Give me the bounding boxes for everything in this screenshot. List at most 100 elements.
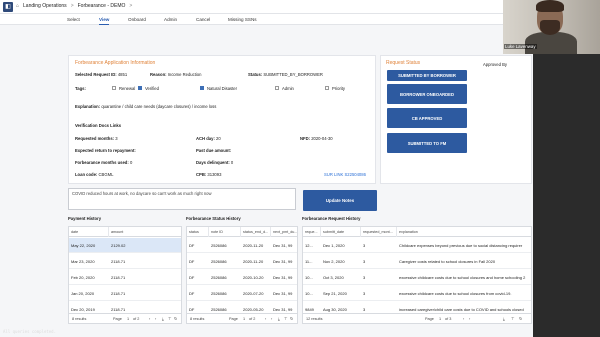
- filter-icon[interactable]: ⊤: [511, 314, 514, 323]
- breadcrumb: ⌂ Landing Operations > Forbearance - DEM…: [16, 3, 132, 9]
- table-row[interactable]: DF 2526086 2020-11-20 Dec 31, 99: [187, 238, 297, 253]
- tag-renewal-checkbox[interactable]: [112, 86, 116, 90]
- column-header-submit-date[interactable]: submitt_date: [321, 227, 361, 237]
- notes-textarea[interactable]: COVID reduced hours at work, no daycare …: [68, 188, 296, 210]
- cell-submit-date: Oct 3, 2020: [323, 275, 344, 280]
- expected-return-label: Expected return to repayment:: [75, 148, 136, 153]
- sur-link[interactable]: SUR LINK S22504086: [324, 172, 366, 177]
- borrower-onboarded-button[interactable]: BORROWER ONBOARDED: [387, 84, 467, 104]
- column-header-status[interactable]: status: [187, 227, 209, 237]
- table-row[interactable]: Feb 20, 2020 2118.71: [69, 270, 181, 285]
- table-row[interactable]: Jan 20, 2020 2118.71: [69, 286, 181, 301]
- selected-request-value: 4851: [117, 72, 128, 77]
- cell-submit-date: Sep 21, 2020: [323, 291, 347, 296]
- cb-approved-button[interactable]: CB APPROVED: [387, 108, 467, 128]
- reason-value: Income Reduction: [167, 72, 202, 77]
- cell-explanation: Caregiver costs related to school closur…: [399, 259, 496, 264]
- tag-admin-checkbox[interactable]: [275, 86, 279, 90]
- cell-requested-months: 3: [363, 291, 366, 296]
- tab-missing-ssns[interactable]: Missing SSNs: [228, 14, 257, 25]
- refresh-icon[interactable]: ↻: [174, 314, 177, 323]
- sur-link-label: SUR LINK: [324, 172, 344, 177]
- cell-requested-months: 3: [363, 275, 366, 280]
- tab-select[interactable]: Select: [67, 14, 80, 25]
- table-row[interactable]: 10... Sep 21, 2020 3 excessive childcare…: [303, 286, 531, 301]
- prev-page-icon[interactable]: ‹: [265, 314, 266, 323]
- cell-status-end-date: 2020-07-20: [243, 291, 264, 296]
- download-icon[interactable]: ⤓: [503, 314, 505, 323]
- tag-natural-disaster-label: Natural Disaster: [207, 86, 238, 91]
- table-row[interactable]: 12... Dec 1, 2020 3 Childcare expenses b…: [303, 238, 531, 253]
- results-count: 8 results: [72, 317, 87, 321]
- explanation-value: quarantine / child care needs (daycare c…: [101, 104, 217, 109]
- cell-explanation: excessive childcare costs due to school …: [399, 275, 526, 280]
- grid-header: date amount: [69, 227, 181, 237]
- request-status-title: Request Status: [386, 60, 421, 66]
- past-due-label: Past due amount:: [196, 148, 232, 153]
- download-icon[interactable]: ⤓: [278, 314, 280, 323]
- status-label: Status:: [248, 72, 263, 77]
- app-logo-icon[interactable]: ◧: [3, 2, 13, 12]
- column-header-note-id[interactable]: note ID: [209, 227, 241, 237]
- prev-page-icon[interactable]: ‹: [149, 314, 150, 323]
- update-notes-button[interactable]: Update Notes: [303, 190, 377, 211]
- page-number-input[interactable]: 1: [439, 314, 441, 323]
- tab-admin[interactable]: Admin: [164, 14, 177, 25]
- tag-admin-label: Admin: [282, 86, 294, 91]
- table-row[interactable]: Mar 23, 2020 2118.71: [69, 254, 181, 269]
- cell-requested-months: 3: [363, 243, 366, 248]
- prev-page-icon[interactable]: ‹: [463, 314, 464, 323]
- column-header-amount[interactable]: amount: [109, 227, 181, 237]
- tab-view[interactable]: View: [99, 14, 110, 25]
- nfd-value: 2020-04-30: [311, 136, 333, 141]
- request-history-grid: reque... submitt_date requested_mont... …: [302, 226, 532, 324]
- table-row[interactable]: 10... Oct 3, 2020 3 excessive childcare …: [303, 270, 531, 285]
- approved-by-label: Approved By: [483, 62, 507, 67]
- loan-code-value: CBGML: [98, 172, 114, 177]
- page-number-input[interactable]: 1: [127, 314, 129, 323]
- column-header-requested-months[interactable]: requested_mont...: [361, 227, 397, 237]
- requested-months-label: Requested months:: [75, 136, 115, 141]
- tag-natural-disaster-checkbox[interactable]: [200, 86, 204, 90]
- tab-cancel[interactable]: Cancel: [196, 14, 210, 25]
- results-count: 8 results: [190, 317, 205, 321]
- cell-amount: 2118.71: [111, 291, 126, 296]
- table-row[interactable]: DF 2526086 2020-07-20 Dec 31, 99: [187, 286, 297, 301]
- cell-note-id: 2526086: [211, 275, 227, 280]
- download-icon[interactable]: ⤓: [162, 314, 164, 323]
- tag-verified-checkbox[interactable]: [138, 86, 142, 90]
- submitted-by-borrower-button[interactable]: SUBMITTED BY BORROWER: [387, 70, 467, 81]
- cell-status: DF: [189, 243, 195, 248]
- breadcrumb-separator: >: [129, 3, 133, 9]
- request-history-title: Forbearance Request History: [302, 216, 361, 221]
- breadcrumb-item-landing[interactable]: Landing Operations: [23, 3, 67, 9]
- verification-docs-title: Verification Docs Links: [75, 123, 122, 128]
- column-header-request-id[interactable]: reque...: [303, 227, 321, 237]
- breadcrumb-home-icon[interactable]: ⌂: [16, 3, 19, 9]
- next-page-icon[interactable]: ›: [469, 314, 470, 323]
- cell-date: Jan 20, 2020: [71, 291, 95, 296]
- tag-priority-checkbox[interactable]: [325, 86, 329, 90]
- refresh-icon[interactable]: ↻: [519, 314, 522, 323]
- table-row[interactable]: DF 2526086 2020-11-20 Dec 31, 99: [187, 254, 297, 269]
- table-row[interactable]: 11... Nov 2, 2020 3 Caregiver costs rela…: [303, 254, 531, 269]
- column-header-status-end-date[interactable]: status_end_d...: [241, 227, 271, 237]
- breadcrumb-item-forbearance[interactable]: Forbearance - DEMO: [78, 3, 126, 9]
- tab-onboard[interactable]: Onboard: [128, 14, 146, 25]
- cell-requested-months: 3: [363, 259, 366, 264]
- refresh-icon[interactable]: ↻: [290, 314, 293, 323]
- ach-day-value: 20: [216, 136, 221, 141]
- next-page-icon[interactable]: ›: [155, 314, 156, 323]
- filter-icon[interactable]: ⊤: [168, 314, 171, 323]
- column-header-date[interactable]: date: [69, 227, 109, 237]
- page-number-input[interactable]: 1: [243, 314, 245, 323]
- person-body: [525, 32, 577, 54]
- table-row[interactable]: May 22, 2020 2129.02: [69, 238, 181, 253]
- submitted-to-fm-button[interactable]: SUBMITTED TO FM: [387, 133, 467, 153]
- filter-icon[interactable]: ⊤: [284, 314, 287, 323]
- column-header-next-pmt-due[interactable]: next_pmt_du...: [271, 227, 297, 237]
- page-total: of 2: [249, 317, 256, 321]
- column-header-explanation[interactable]: explanation: [397, 227, 531, 237]
- table-row[interactable]: DF 2526086 2020-10-20 Dec 31, 99: [187, 270, 297, 285]
- next-page-icon[interactable]: ›: [271, 314, 272, 323]
